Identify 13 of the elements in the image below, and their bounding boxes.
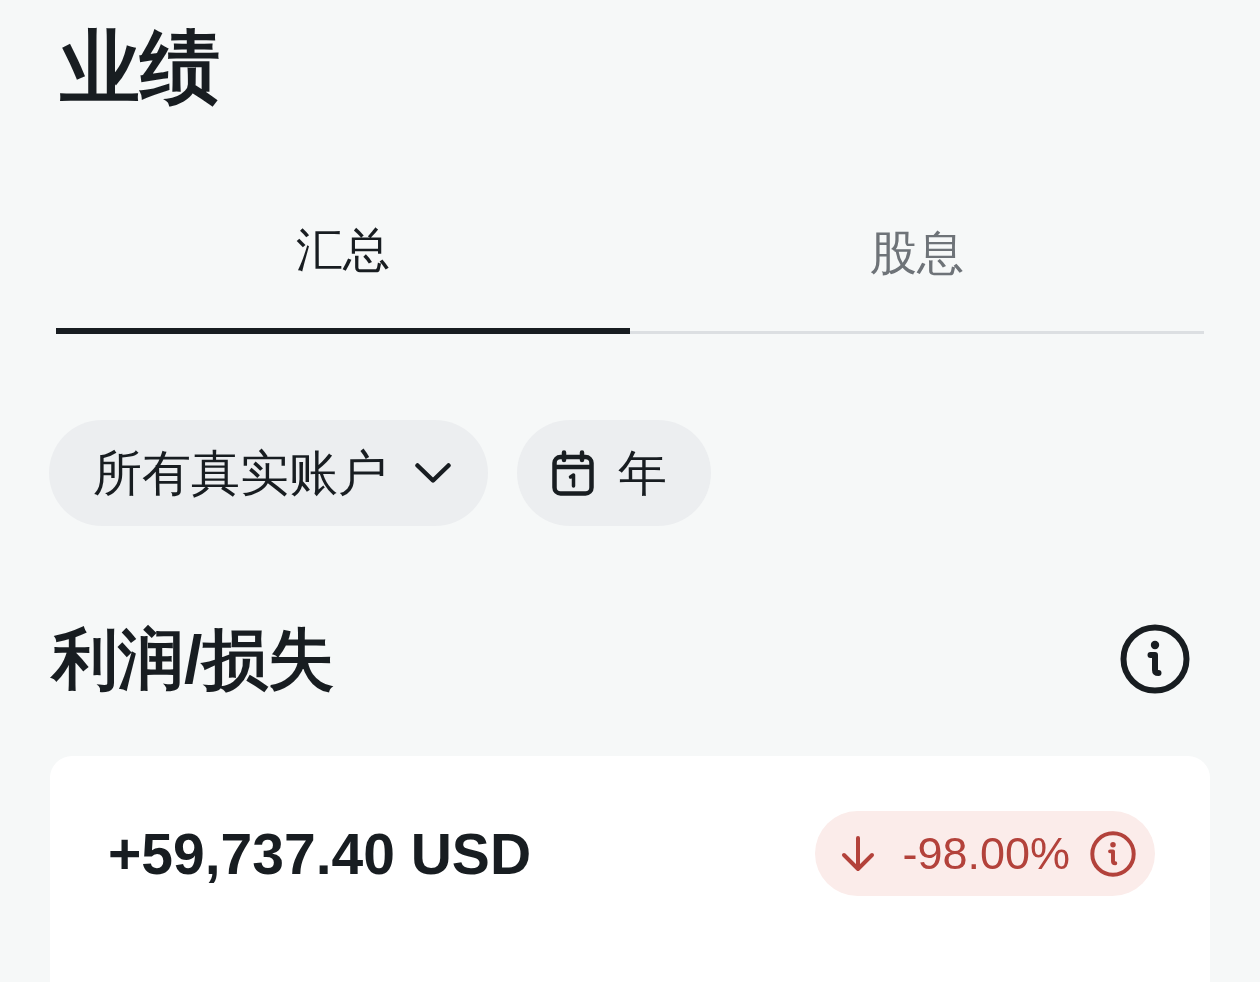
section-heading: 利润/损失 [52, 621, 335, 698]
profit-loss-amount: +59,737.40 USD [108, 820, 532, 887]
tab[interactable]: 汇总 [56, 188, 630, 334]
tab[interactable]: 股息 [630, 191, 1204, 334]
dropdown-label: 所有真实账户 [93, 445, 387, 502]
chevron-down-icon [415, 462, 451, 484]
calendar-icon [552, 450, 594, 496]
period-label: 年 [618, 445, 667, 502]
page-title: 业绩 [60, 22, 220, 114]
account-dropdown[interactable]: 所有真实账户 [49, 420, 488, 526]
period-selector[interactable]: 年 [517, 420, 711, 526]
change-percent: -98.00% [902, 826, 1070, 881]
info-icon[interactable] [1120, 624, 1190, 694]
